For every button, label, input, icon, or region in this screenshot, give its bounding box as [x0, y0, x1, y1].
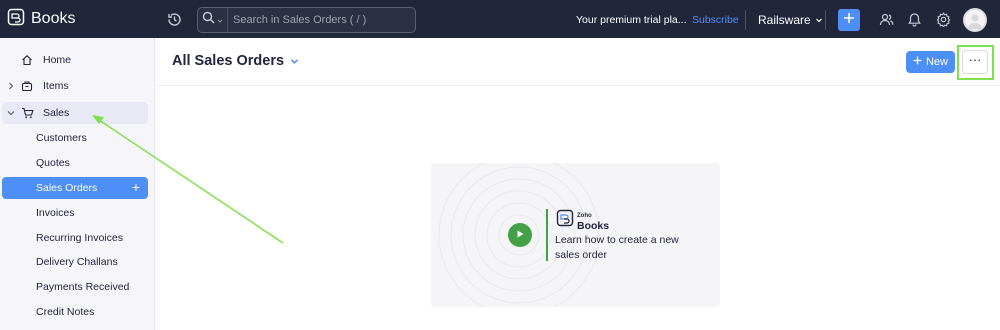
chevron-down-icon [217, 11, 223, 29]
sidebar-item-delivery-challans[interactable]: Delivery Challans [2, 251, 148, 273]
new-button-label: New [925, 56, 948, 68]
sidebar-item-label: Recurring Invoices [36, 232, 123, 244]
sidebar-item-label: Sales Orders [36, 182, 98, 194]
app-window: Books Your premium trial pla... Subscrib… [0, 0, 1000, 330]
subscribe-link[interactable]: Subscribe [692, 14, 739, 26]
top-bar: Books Your premium trial pla... Subscrib… [0, 0, 1000, 38]
play-icon [515, 226, 525, 244]
page-title: All Sales Orders [172, 53, 285, 69]
sidebar-item-customers[interactable]: Customers [2, 127, 148, 149]
bell-icon[interactable] [906, 11, 922, 27]
sidebar-item-label: Items [43, 80, 69, 92]
brand-text: Books [577, 219, 610, 232]
avatar[interactable] [963, 8, 987, 32]
play-video-button[interactable] [508, 223, 532, 247]
books-logo-icon [7, 8, 25, 31]
home-icon [19, 54, 35, 66]
sidebar-item-invoices[interactable]: Invoices [2, 202, 148, 224]
main-header: All Sales Orders New ··· [155, 38, 1000, 86]
brand[interactable]: Books [0, 0, 155, 38]
chevron-right-icon [6, 82, 16, 90]
quick-create-button[interactable] [838, 9, 860, 31]
search-scope-dropdown[interactable] [198, 8, 228, 32]
video-caption: Learn how to create a new sales order [555, 234, 679, 261]
cart-icon [19, 107, 35, 119]
sidebar-item-payments-received[interactable]: Payments Received [2, 276, 148, 298]
sidebar-item-sales[interactable]: Sales [2, 102, 148, 124]
video-tutorial-card[interactable]: Zoho Books Learn how to create a new sal… [431, 163, 720, 307]
sidebar-item-label: Customers [36, 132, 87, 144]
organization-switcher[interactable]: Railsware [758, 13, 823, 27]
sidebar-item-label: Home [43, 54, 72, 66]
brand-small-text: Zoho [577, 212, 592, 219]
users-icon[interactable] [878, 11, 894, 27]
books-logo-icon [556, 209, 574, 232]
sidebar-item-label: Payments Received [36, 281, 130, 293]
sidebar-item-sales-orders[interactable]: Sales Orders + [2, 177, 148, 199]
sidebar-item-label: Quotes [36, 157, 70, 169]
chevron-down-icon [290, 53, 299, 69]
app-name: Books [31, 10, 76, 27]
divider [825, 10, 826, 30]
sidebar-item-quotes[interactable]: Quotes [2, 152, 148, 174]
sidebar-item-items[interactable]: Items [2, 75, 148, 97]
sidebar-item-label: Delivery Challans [36, 256, 118, 268]
chevron-down-icon [815, 13, 823, 27]
chevron-down-icon [6, 110, 16, 116]
box-icon [19, 80, 35, 92]
sidebar-item-home[interactable]: Home [2, 49, 148, 71]
sidebar-item-recurring-invoices[interactable]: Recurring Invoices [2, 227, 148, 249]
recent-activity-icon[interactable] [166, 11, 183, 28]
sidebar-item-label: Invoices [36, 207, 75, 219]
settings-icon[interactable] [935, 11, 951, 27]
zoho-books-logo: Zoho Books [556, 209, 609, 232]
add-sales-order-button[interactable]: + [132, 180, 140, 194]
plus-icon [843, 11, 855, 29]
search-icon [202, 11, 215, 29]
card-divider [546, 209, 548, 261]
sidebar: Home Items Sales Customers Quotes Sales … [0, 38, 155, 330]
search-input[interactable] [228, 8, 415, 32]
more-options-button[interactable]: ··· [962, 50, 988, 74]
sidebar-item-label: Sales [43, 107, 70, 119]
divider [745, 10, 746, 30]
organization-name: Railsware [758, 13, 811, 27]
sidebar-item-label: Credit Notes [36, 306, 95, 318]
new-sales-order-button[interactable]: New [906, 51, 955, 73]
view-switcher[interactable]: All Sales Orders [172, 53, 299, 69]
trial-notice: Your premium trial pla... [576, 14, 687, 26]
sidebar-item-credit-notes[interactable]: Credit Notes [2, 301, 148, 323]
search-box[interactable] [197, 7, 416, 33]
plus-icon [913, 56, 922, 68]
